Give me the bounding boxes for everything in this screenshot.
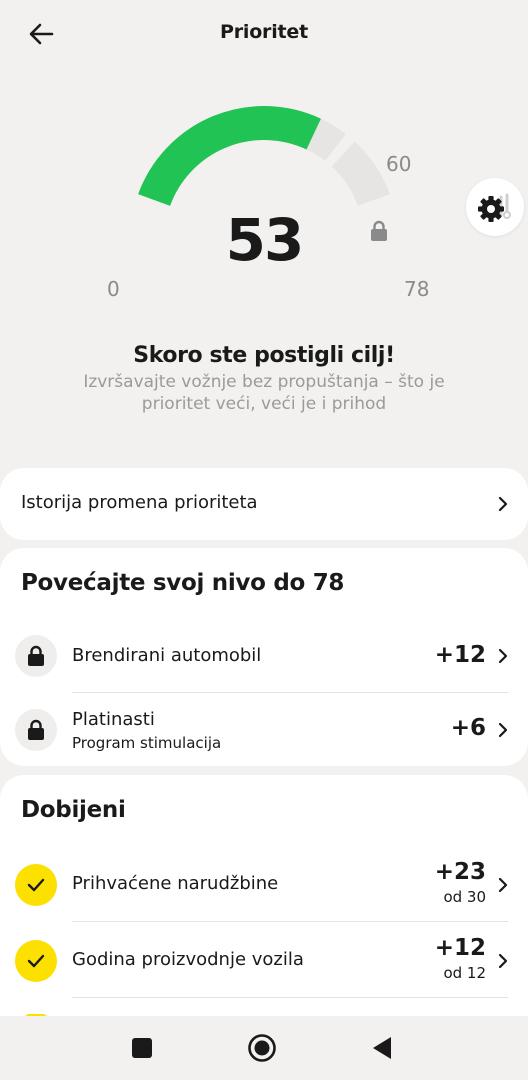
increase-level-section: Povećajte svoj nivo do 78 Brendirani aut… [0,548,528,766]
list-item-vehicle-year[interactable]: Godina proizvodnje vozila +12 od 12 [0,931,528,993]
chevron-right-icon [498,722,508,738]
priority-score: 53 [225,206,305,274]
earned-section-title: Dobijeni [21,797,126,823]
item-label: Prihvaćene narudžbine [72,873,279,894]
item-label: Brendirani automobil [72,645,262,666]
gauge-max-label: 78 [404,277,430,301]
gauge-target-label: 60 [386,152,412,176]
status-subtext: Izvršavajte vožnje bez propuštanja – što… [83,372,445,414]
list-item-platinum[interactable]: Platinasti Program stimulacija +6 [0,706,528,764]
recents-button[interactable] [122,1032,162,1064]
check-icon [15,864,57,906]
chevron-right-icon [498,496,508,512]
priority-gauge: 53 0 60 78 [0,90,528,320]
item-value: +6 [450,715,486,741]
item-label: Platinasti [72,709,155,730]
top-bar: Prioritet [0,0,528,66]
item-value: +12 [434,935,486,961]
status-headline: Skoro ste postigli cilj! [133,343,395,368]
item-label: Godina proizvodnje vozila [72,949,304,970]
divider [72,997,508,998]
check-icon [15,940,57,982]
gauge-min-label: 0 [107,277,120,301]
gauge-track-to-max [331,141,390,207]
chevron-right-icon [498,648,508,664]
priority-history-row[interactable]: Istorija promena prioriteta [0,468,528,540]
item-value: +12 [434,642,486,668]
chevron-right-icon [498,877,508,893]
triangle-back-icon [373,1037,391,1059]
chevron-right-icon [498,953,508,969]
circle-icon [248,1034,276,1062]
increase-section-title: Povećajte svoj nivo do 78 [21,570,345,596]
item-sublabel: Program stimulacija [72,734,222,752]
priority-history-label: Istorija promena prioriteta [21,492,258,513]
item-value: +23 [434,859,486,885]
list-item-accepted-orders[interactable]: Prihvaćene narudžbine +23 od 30 [0,855,528,917]
divider [72,692,508,693]
lock-icon [15,635,57,677]
item-of-total: od 30 [443,888,486,906]
system-navigation-bar [0,1016,528,1080]
item-of-total: od 12 [443,964,486,982]
gauge-progress-fill [138,106,321,207]
page-title: Prioritet [220,21,308,43]
lock-icon [15,709,57,751]
home-button[interactable] [242,1032,282,1064]
back-nav-button[interactable] [362,1032,402,1064]
list-item-branded-car[interactable]: Brendirani automobil +12 [0,634,528,692]
divider [72,921,508,922]
gear-icon [478,193,511,222]
square-icon [132,1038,152,1058]
settings-button[interactable] [466,178,524,236]
